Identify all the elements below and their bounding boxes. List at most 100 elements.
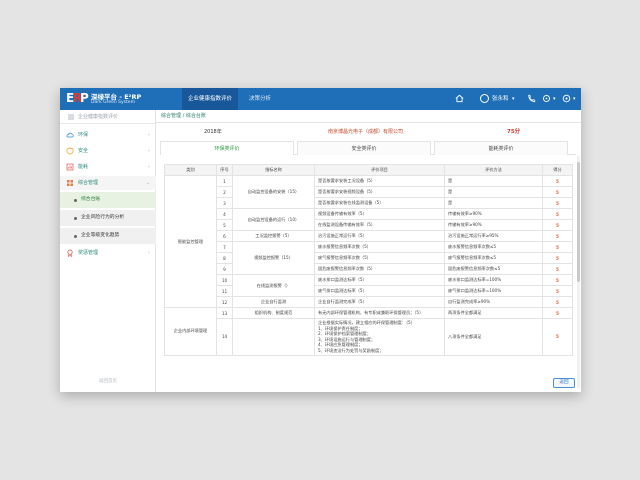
chevron-down-icon[interactable]: ▾ — [553, 88, 556, 110]
category-cell: 企业内部环境管理 — [164, 307, 217, 356]
table-row: 9 固危废报警信息频率次数（5） 固危废报警信息频率次数≤5 5 — [165, 263, 573, 275]
evaluation-method-cell: 是 — [444, 175, 543, 187]
table-row: 2 是否按要求安装视频设备（5）是 5 — [165, 186, 573, 198]
row-number-cell: 7 — [216, 241, 233, 253]
score-cell: 5 — [542, 263, 573, 275]
return-button[interactable]: 返回 — [553, 378, 575, 388]
menu-icon[interactable] — [68, 114, 74, 120]
column-header: 评价项目 — [314, 164, 445, 176]
chevron-down-icon[interactable]: ▾ — [573, 88, 576, 110]
tab-safety[interactable]: 安全类评价 — [297, 141, 431, 155]
evaluation-tabs: 环保类评价 安全类评价 能耗类评价 — [160, 141, 576, 155]
row-number-cell: 10 — [216, 274, 233, 286]
chevron-down-icon: ⌄ — [145, 180, 150, 186]
topnav-health-index[interactable]: 企业健康指数评价 — [182, 88, 238, 110]
evaluation-method-cell: 是 — [444, 197, 543, 209]
score-cell: 5 — [542, 230, 573, 242]
scrollbar-thumb[interactable] — [577, 162, 580, 282]
bullet-icon — [74, 235, 77, 238]
evaluation-item-cell: 废水排口监测达标率（5） — [314, 274, 445, 286]
sidebar-item-label: 能耗 — [78, 164, 89, 170]
sidebar-subitem-label: 综合台账 — [81, 197, 101, 202]
indicator-name-cell — [232, 318, 315, 356]
column-header: 得分 — [542, 164, 573, 176]
year-label: 2018年 — [204, 129, 222, 135]
category-cell: 智能监控管理 — [164, 175, 217, 308]
tab-energy[interactable]: 能耗类评价 — [434, 141, 568, 155]
sidebar-subitem-risk-analysis[interactable]: 企业风险行为的分析 — [60, 210, 156, 226]
row-number-cell: 9 — [216, 263, 233, 275]
sidebar-item-safety[interactable]: 安全 › — [60, 144, 156, 158]
indicator-name-cell: 工况监控报警（5） — [232, 230, 315, 242]
phone-icon[interactable] — [526, 93, 537, 104]
evaluation-method-cell: 八项条件全都满足 — [444, 318, 543, 356]
evaluation-item-cell: 视频设备传输有效率（5） — [314, 208, 445, 220]
table-row: 12 企业自行监测 企业自行监测完成率（5） 自行监测完成率≥90% 5 — [165, 296, 573, 308]
evaluation-item-cell: 在线监测设备传输有效率（5） — [314, 219, 445, 231]
sidebar-footer-home-link[interactable]: 返回首页 — [60, 378, 156, 384]
chevron-right-icon: › — [148, 132, 150, 138]
score-cell: 5 — [542, 186, 573, 198]
evaluation-method-cell: 自行监测完成率≥90% — [444, 296, 543, 308]
chevron-right-icon: › — [148, 164, 150, 170]
score-cell: 5 — [542, 219, 573, 231]
evaluation-item-line: 5、环境违法行为处罚与奖励制度； — [318, 347, 384, 353]
row-number-cell: 1 — [216, 175, 233, 187]
sidebar-item-rewards[interactable]: 奖惩管理 › — [60, 246, 156, 260]
table-row: 10 在线监测报警（） 废水排口监测达标率（5） 废水排口监测达标率=100% 5 — [165, 274, 573, 297]
bullet-icon — [74, 199, 77, 202]
score-cell: 5 — [542, 318, 573, 356]
home-icon[interactable] — [454, 93, 465, 104]
brand-subtitle: Dark Green System — [91, 100, 135, 105]
score-cell: 5 — [542, 307, 573, 319]
user-name[interactable]: 张永和 — [492, 88, 509, 110]
sidebar-item-comprehensive[interactable]: 综合管理 ⌄ — [60, 176, 156, 190]
chevron-right-icon: › — [148, 250, 150, 256]
table-row: 5 在线监测设备传输有效率（5） 传输有效率≥90% 5 — [165, 219, 573, 231]
evaluation-item-cell: 有无内部环保管理机构，有专职或兼职环保管理员；（5） — [314, 307, 445, 319]
evaluation-method-cell: 废气报警信息频率次数≤5 — [444, 252, 543, 264]
score-cell: 5 — [542, 241, 573, 253]
evaluation-method-cell: 两项条件全都满足 — [444, 307, 543, 319]
sidebar-subitem-grade-trend[interactable]: 企业等级变化趋势 — [60, 228, 156, 244]
row-number-cell: 5 — [216, 219, 233, 231]
breadcrumb: 综合管理 / 综合台账 — [161, 113, 206, 119]
table-row: 6 工况监控报警（5） 治污设施正常运行率（5） 治污设施正常运行率≥95% 5 — [165, 230, 573, 242]
settings-icon[interactable] — [541, 93, 552, 104]
evaluation-method-cell: 废气排口监测达标率=100% — [444, 285, 543, 297]
grid-icon — [67, 180, 73, 186]
sidebar-item-label: 奖惩管理 — [78, 250, 99, 256]
evaluation-method-cell: 治污设施正常运行率≥95% — [444, 230, 543, 242]
sidebar-item-energy[interactable]: 能耗 › — [60, 160, 156, 174]
evaluation-method-cell: 固危废报警信息频率次数≤5 — [444, 263, 543, 275]
sidebar-subitem-ledger[interactable]: 综合台账 — [60, 192, 156, 208]
evaluation-item-cell: 废水报警信息频率次数（5） — [314, 241, 445, 253]
indicator-name-cell: 在线监测报警（） — [232, 274, 315, 297]
score-cell: 5 — [542, 252, 573, 264]
table-row: 3 是否按要求安装在线监测设备（5）是 5 — [165, 197, 573, 209]
evaluation-method-cell: 废水报警信息频率次数≤5 — [444, 241, 543, 253]
score-cell: 5 — [542, 175, 573, 187]
score-cell: 5 — [542, 197, 573, 209]
user-icon — [480, 94, 489, 103]
evaluation-item-cell: 是否按要求安装在线监测设备（5） — [314, 197, 445, 209]
bullet-icon — [74, 217, 77, 220]
table-row: 4 自动监控设备的运行（10） 视频设备传输有效率（5） 传输有效率≥90% 5 — [165, 208, 573, 231]
table-header-row: 类别 序号 指标名称 评价项目 评价方法 得分 — [164, 164, 573, 176]
score-cell: 5 — [542, 208, 573, 220]
chevron-down-icon[interactable]: ▾ — [512, 88, 515, 110]
indicator-name-cell: 视频监控报警（15） — [232, 241, 315, 275]
column-header: 评价方法 — [444, 164, 543, 176]
table-row: 8 废气报警信息频率次数（5） 废气报警信息频率次数≤5 5 — [165, 252, 573, 264]
topnav-decision-analysis[interactable]: 决策分析 — [240, 88, 280, 110]
award-icon — [67, 249, 73, 257]
chevron-right-icon: › — [148, 148, 150, 154]
app-window: E R P 深绿平台 - E²RP Dark Green System 企业健康… — [60, 88, 581, 392]
evaluation-item-cell: 企业根据实际情况，建立相应的环保管理制度：（5） 1、环境保护责任制度； 2、环境保… — [314, 318, 445, 356]
row-number-cell: 6 — [216, 230, 233, 242]
indicator-name-cell: 自动监控设备的安装（15） — [232, 175, 315, 209]
help-icon[interactable] — [561, 93, 572, 104]
tab-environment[interactable]: 环保类评价 — [160, 141, 294, 155]
evaluation-table: 类别 序号 指标名称 评价项目 评价方法 得分 智能监控管理 1 自动监控设备的安装… — [164, 164, 573, 356]
sidebar-item-environment[interactable]: 环保 › — [60, 128, 156, 142]
